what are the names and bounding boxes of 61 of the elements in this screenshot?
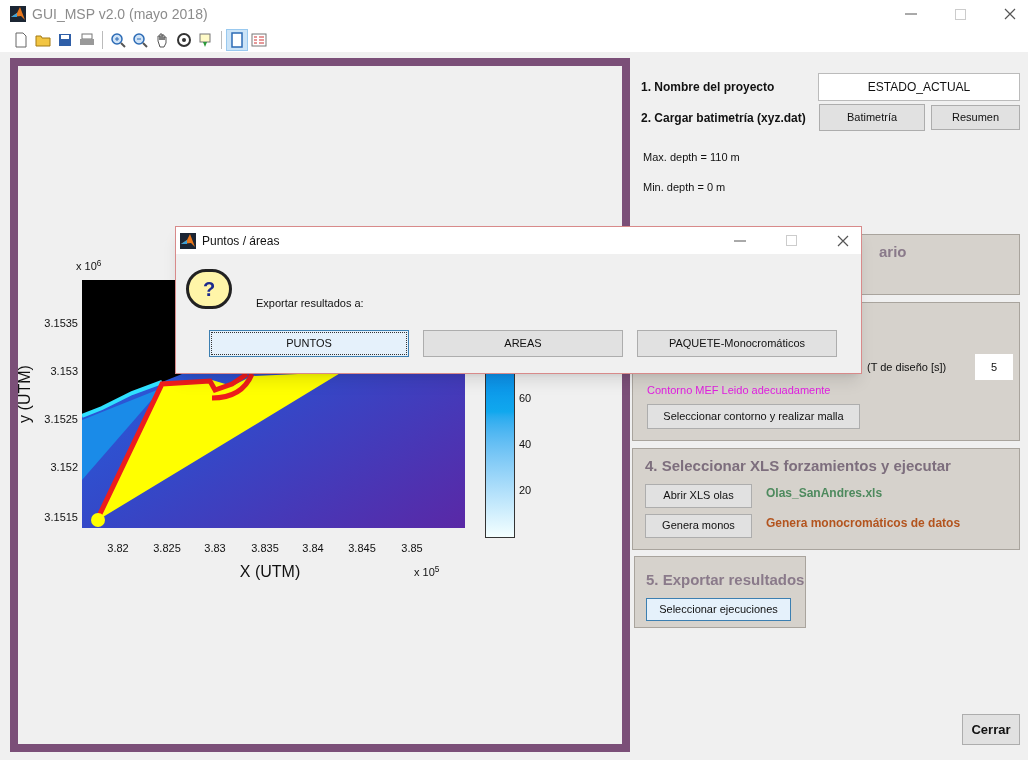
x-tick-label: 3.845 <box>347 541 377 556</box>
zoom-out-icon <box>132 32 148 48</box>
export-option-button[interactable]: PUNTOS <box>209 330 409 357</box>
maximize-icon[interactable] <box>786 235 797 246</box>
x-axis-label: X (UTM) <box>238 562 302 582</box>
document-icon <box>13 32 29 48</box>
panel-title: 4. Seleccionar XLS forzamientos y ejecutar <box>645 456 952 476</box>
design-period-label: (T de diseño [s]) <box>867 359 947 375</box>
maximize-icon[interactable] <box>955 8 966 20</box>
project-name-label: 1. Nombre del proyecto <box>641 79 775 96</box>
property-list-icon <box>251 32 267 48</box>
min-depth-text: Min. depth = 0 m <box>643 179 727 195</box>
app-icon <box>10 6 26 22</box>
close-icon[interactable] <box>837 234 849 247</box>
y-tick-label: 3.153 <box>49 364 78 379</box>
x-tick-label: 3.83 <box>203 541 227 556</box>
design-period-field[interactable]: 5 <box>975 354 1013 380</box>
x-tick-label: 3.825 <box>152 541 182 556</box>
project-name-field[interactable]: ESTADO_ACTUAL <box>818 73 1020 101</box>
x-tick-label: 3.84 <box>301 541 325 556</box>
y-axis-label: y (UTM) <box>16 364 34 425</box>
max-depth-text: Max. depth = 110 m <box>643 150 741 165</box>
y-exponent: x 10$^{6}$ <box>76 258 102 274</box>
x-tick-label: 3.835 <box>250 541 280 556</box>
window-title: GUI_MSP v2.0 (mayo 2018) <box>32 4 208 24</box>
zoom-in-icon <box>110 32 126 48</box>
status-text: Contorno MEF Leido adecuadamente <box>647 383 832 398</box>
bathymetry-label: 2. Cargar batimetría (xyz.dat) <box>641 109 806 127</box>
mesh-button[interactable]: Seleccionar contorno y realizar malla <box>647 403 860 429</box>
action-button[interactable]: Abrir XLS olas <box>645 483 752 508</box>
folder-icon <box>35 32 51 48</box>
result-text: Genera monocromáticos de datos <box>766 514 961 532</box>
export-option-button[interactable]: AREAS <box>423 330 623 357</box>
panel-icon <box>229 32 245 48</box>
colorbar-tick-label: 20 <box>519 483 532 498</box>
colorbar-tick-label: 40 <box>519 437 532 452</box>
select-runs-button[interactable]: Seleccionar ejecuciones <box>646 597 791 621</box>
bathymetry-button[interactable]: Batimetría <box>819 104 925 131</box>
panel-title: ario <box>879 243 907 260</box>
printer-icon <box>79 32 95 48</box>
summary-button[interactable]: Resumen <box>931 105 1020 130</box>
y-tick-label: 3.1515 <box>43 510 78 525</box>
hand-icon <box>154 32 170 48</box>
panel-title: 5. Exportar resultados <box>646 570 805 590</box>
export-option-button[interactable]: PAQUETE-Monocromáticos <box>637 330 837 357</box>
question-icon: ? <box>186 269 232 309</box>
y-tick-label: 3.1525 <box>43 412 78 427</box>
x-tick-label: 3.82 <box>106 541 130 556</box>
dialog-title: Puntos / áreas <box>202 232 280 250</box>
close-button[interactable]: Cerrar <box>962 714 1020 745</box>
colorbar-tick-label: 60 <box>519 391 532 406</box>
y-tick-label: 3.1535 <box>43 316 78 331</box>
y-tick-label: 3.152 <box>49 460 78 475</box>
x-tick-label: 3.85 <box>400 541 424 556</box>
close-icon[interactable] <box>1004 8 1016 20</box>
x-exponent: x 10$^{5}$ <box>414 564 440 580</box>
app-icon <box>180 232 196 249</box>
dialog-message: Exportar resultados a: <box>256 295 364 311</box>
action-button[interactable]: Genera monos <box>645 513 752 538</box>
data-cursor-icon <box>198 32 214 48</box>
result-text: Olas_SanAndres.xls <box>766 484 883 502</box>
